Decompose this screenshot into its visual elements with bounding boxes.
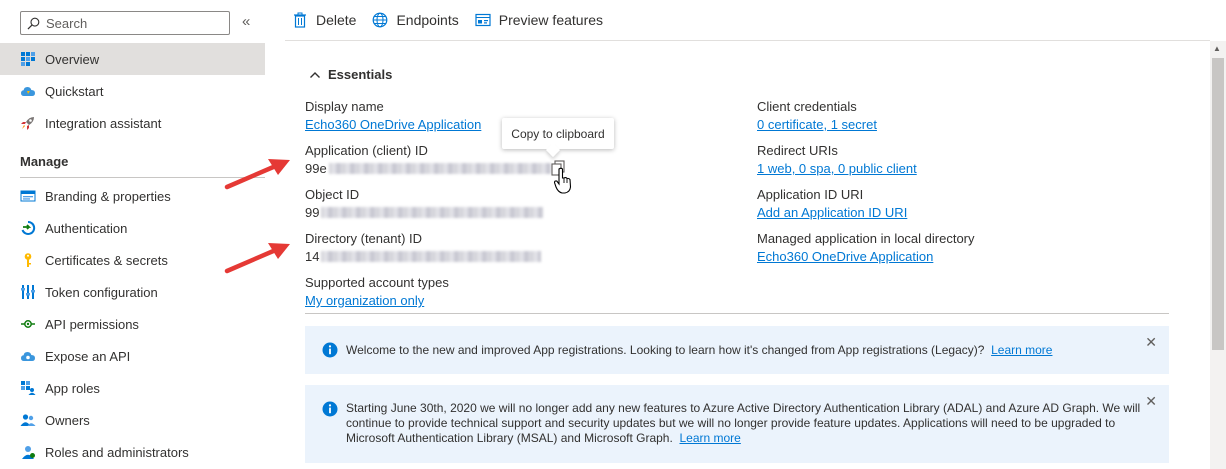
globe-icon [373,12,388,28]
sidebar-item-integration-assistant[interactable]: Integration assistant [0,107,265,139]
chevron-up-icon [310,71,320,78]
sidebar-item-label: Overview [45,51,100,67]
sidebar-item-owners[interactable]: Owners [0,404,265,436]
learn-more-link[interactable]: Learn more [991,343,1052,357]
cloud-icon [20,83,36,99]
essentials-toggle[interactable]: Essentials [309,67,392,82]
app-roles-icon [20,380,36,396]
cloud-expose-icon [20,348,36,364]
redacted-id-blur [321,251,542,262]
overview-grid-icon [20,51,36,67]
redacted-id-blur [321,207,544,218]
info-icon [322,342,338,358]
sidebar-item-label: Integration assistant [45,115,162,131]
token-bars-icon [20,284,36,300]
redirect-uris-label: Redirect URIs [757,143,838,158]
collapse-sidebar-button[interactable]: « [242,13,250,30]
sidebar-item-roles-administrators[interactable]: Roles and administrators [0,436,265,468]
application-client-id-value: 99e [305,161,551,176]
branding-icon [20,188,36,204]
sidebar-item-label: App roles [45,380,100,396]
delete-label: Delete [316,12,357,28]
sidebar-item-label: Branding & properties [45,188,171,204]
api-permissions-icon [20,316,36,332]
sidebar-item-quickstart[interactable]: Quickstart [0,75,265,107]
redirect-uris-link[interactable]: 1 web, 0 spa, 0 public client [757,161,917,176]
roles-admins-icon [20,444,36,460]
sidebar-item-overview[interactable]: Overview [0,43,265,75]
banner-message: Starting June 30th, 2020 we will no long… [346,401,1146,463]
client-credentials-label: Client credentials [757,99,857,114]
scrollbar-thumb[interactable] [1212,58,1224,350]
sidebar-item-label: Quickstart [45,83,104,99]
sidebar-item-label: Token configuration [45,284,158,300]
endpoints-button[interactable]: Endpoints [372,12,459,28]
sidebar-item-label: Expose an API [45,348,131,364]
banner-message: Welcome to the new and improved App regi… [346,343,1052,358]
key-icon [20,252,36,268]
sidebar-item-label: Roles and administrators [45,444,189,460]
search-icon [27,17,40,29]
info-banner-app-registrations: Welcome to the new and improved App regi… [305,326,1169,374]
object-id-prefix: 99 [305,205,320,220]
annotation-arrow-icon [224,159,290,190]
application-id-uri-label: Application ID URI [757,187,864,202]
sidebar-item-label: Authentication [45,220,128,236]
object-id-label: Object ID [305,187,360,202]
copy-to-clipboard-tooltip: Copy to clipboard [502,118,614,149]
hand-pointer-cursor-icon [553,167,572,194]
preview-features-button[interactable]: Preview features [475,12,603,28]
banner-text: Welcome to the new and improved App regi… [346,342,985,357]
sidebar-item-label: Certificates & secrets [45,252,168,268]
sidebar-item-label: API permissions [45,316,139,332]
close-banner-button[interactable]: ✕ [1145,393,1157,410]
annotation-arrow-icon [224,243,290,274]
search-input[interactable] [46,15,216,31]
managed-application-label: Managed application in local directory [757,231,975,246]
essentials-divider [305,313,1169,314]
managed-application-link[interactable]: Echo360 OneDrive Application [757,249,933,264]
preview-features-icon [475,13,491,27]
directory-tenant-id-label: Directory (tenant) ID [305,231,423,246]
search-box[interactable] [20,11,230,35]
add-application-id-uri-link[interactable]: Add an Application ID URI [757,205,907,220]
sidebar: « Overview Quickstart Integration assist… [0,0,265,469]
preview-features-label: Preview features [498,12,604,28]
client-credentials-link[interactable]: 0 certificate, 1 secret [757,117,877,132]
sidebar-item-token-configuration[interactable]: Token configuration [0,276,265,308]
object-id-value: 99 [305,205,544,220]
scroll-up-arrow-icon[interactable]: ▲ [1213,44,1221,53]
display-name-link[interactable]: Echo360 OneDrive Application [305,117,481,132]
application-client-id-prefix: 99e [305,161,327,176]
sidebar-item-api-permissions[interactable]: API permissions [0,308,265,340]
authentication-icon [20,220,36,236]
supported-account-types-label: Supported account types [305,275,449,290]
close-banner-button[interactable]: ✕ [1145,334,1157,351]
application-client-id-label: Application (client) ID [305,143,428,158]
redacted-id-blur [328,163,551,174]
sidebar-item-label: Owners [45,412,90,428]
sidebar-item-app-roles[interactable]: App roles [0,372,265,404]
sidebar-item-expose-an-api[interactable]: Expose an API [0,340,265,372]
delete-button[interactable]: Delete [292,12,356,28]
manage-section-heading: Manage [20,154,69,169]
directory-tenant-id-value: 14 [305,249,542,264]
owners-icon [20,412,36,428]
display-name-label: Display name [305,99,384,114]
directory-tenant-id-prefix: 14 [305,249,320,264]
banner-text: Starting June 30th, 2020 we will no long… [346,401,1141,445]
info-banner-adal-deprecation: Starting June 30th, 2020 we will no long… [305,385,1169,463]
endpoints-label: Endpoints [396,12,459,28]
learn-more-link[interactable]: Learn more [679,431,740,445]
command-toolbar: Delete Endpoints Preview features [285,0,1210,41]
info-icon [322,401,338,417]
supported-account-types-link[interactable]: My organization only [305,293,424,308]
trash-icon [294,12,306,28]
rocket-icon [20,115,36,131]
essentials-title: Essentials [328,67,393,82]
